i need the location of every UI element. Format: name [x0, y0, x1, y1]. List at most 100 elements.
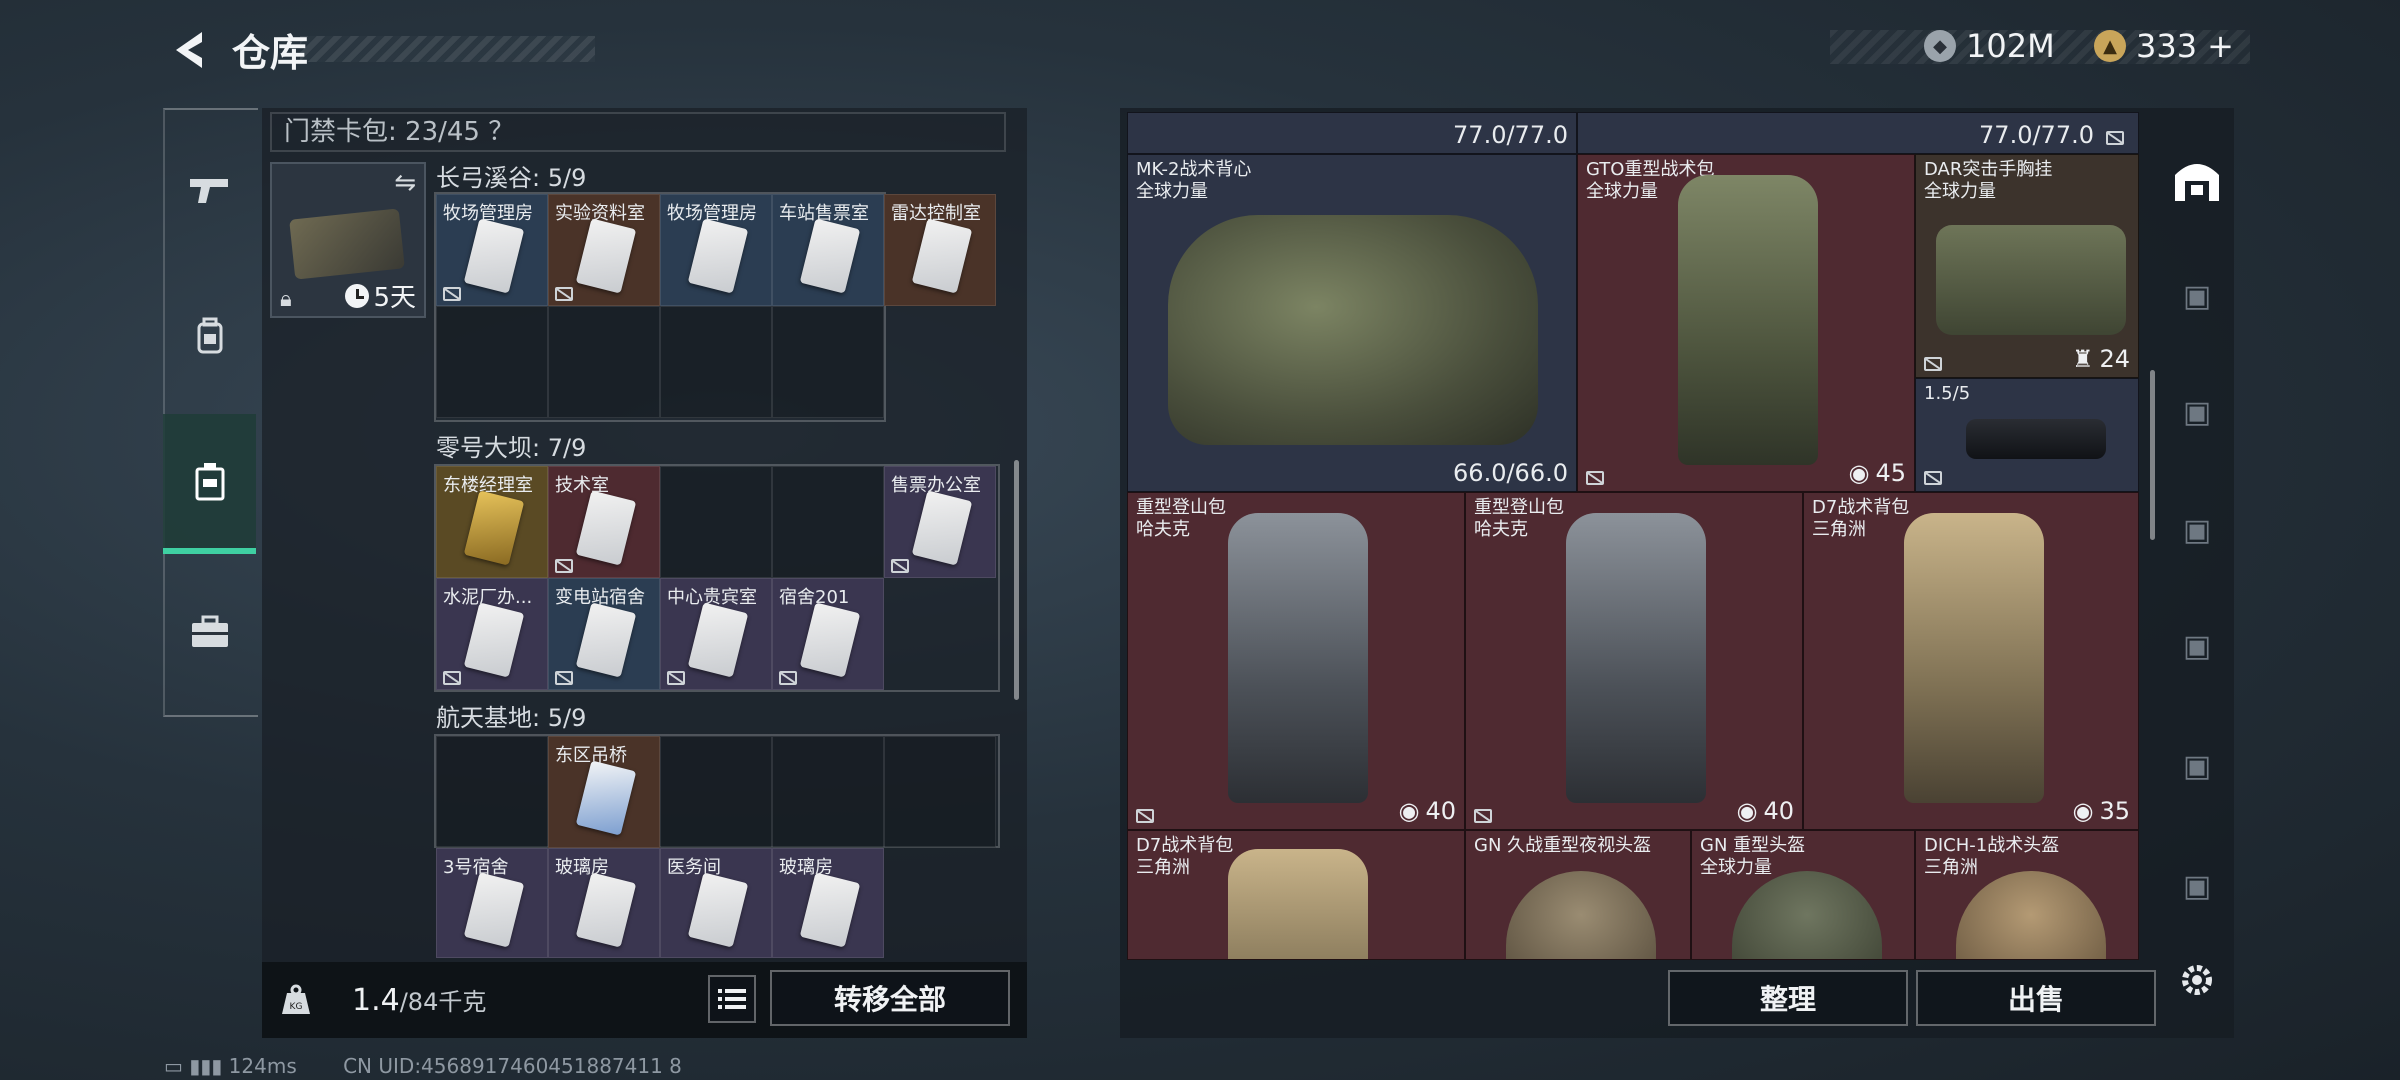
keycard-slot[interactable]: 车站售票室 — [772, 194, 884, 306]
swap-icon[interactable]: ⇋ — [394, 168, 416, 198]
gold-coin-icon: ▲ — [2094, 30, 2126, 62]
stash-item-helmet[interactable]: GN 重型头盔 全球力量 — [1691, 830, 1915, 960]
keycard-slot[interactable]: 东区吊桥 — [548, 736, 660, 848]
no-sell-icon — [1924, 357, 1942, 371]
nav-keys[interactable] — [163, 414, 256, 554]
no-sell-icon — [555, 287, 573, 301]
capacity-icon: ◉ — [2072, 797, 2094, 825]
empty-slot[interactable] — [436, 306, 548, 418]
nav-equipment[interactable] — [163, 286, 256, 386]
keycard-slot[interactable]: 实验资料室 — [548, 194, 660, 306]
vest-image — [1168, 215, 1538, 445]
no-sell-icon — [667, 671, 685, 685]
keycard-slot[interactable]: 雷达控制室 — [884, 194, 996, 306]
keycard-slot[interactable]: 水泥厂办... — [436, 578, 548, 690]
chest-rig-image — [1936, 225, 2126, 335]
left-scrollbar[interactable] — [1014, 460, 1019, 700]
stash-item-helmet[interactable]: GN 久战重型夜视头盔 — [1465, 830, 1691, 960]
currency-silver: ◆ 102M — [1924, 26, 2055, 66]
currency-gold[interactable]: ▲ 333 + — [2094, 26, 2234, 66]
gate-pack-bar[interactable]: 门禁卡包: 23/45 ？ — [270, 112, 1006, 152]
backpack-icon — [197, 317, 222, 354]
nav-toolbox[interactable] — [163, 582, 256, 682]
rnav-container-4[interactable]: ▣ — [2160, 606, 2234, 686]
stash-item-vest[interactable]: MK-2战术背心 全球力量 66.0/66.0 — [1127, 154, 1577, 492]
add-currency-button[interactable]: + — [2207, 27, 2234, 65]
empty-slot[interactable] — [772, 306, 884, 418]
keycard-slot[interactable]: 玻璃房 — [548, 848, 660, 958]
case-icon: ▣ — [2182, 748, 2212, 784]
keycard-image — [575, 490, 637, 566]
stash-item-scope[interactable]: 1.5/5 — [1915, 378, 2139, 492]
case-icon: ▣ — [2182, 278, 2212, 314]
keycard-image — [799, 218, 861, 294]
list-icon — [718, 989, 746, 1009]
keycard-image — [575, 872, 637, 948]
keycard-slot[interactable]: 牧场管理房 — [436, 194, 548, 306]
keycard-image — [687, 218, 749, 294]
backpack-image — [1228, 513, 1368, 803]
keycard-slot[interactable]: 牧场管理房 — [660, 194, 772, 306]
stash-item-backpack[interactable]: D7战术背包 三角洲 ◉ 35 — [1803, 492, 2139, 830]
keycard-slot[interactable]: 医务间 — [660, 848, 772, 958]
stash-item-partial[interactable]: 77.0/77.0 — [1127, 112, 1577, 154]
empty-slot[interactable] — [884, 736, 996, 848]
sell-button[interactable]: 出售 — [1916, 970, 2156, 1026]
stash-item-backpack[interactable]: 重型登山包 哈夫克 ◉ 40 — [1127, 492, 1465, 830]
rnav-container-1[interactable]: ▣ — [2160, 256, 2234, 336]
warehouse-icon — [2175, 164, 2219, 201]
empty-slot[interactable] — [772, 466, 884, 578]
rnav-stash[interactable] — [2160, 140, 2234, 220]
rnav-container-6[interactable]: ▣ — [2160, 846, 2234, 926]
keycard-image — [687, 602, 749, 678]
keycard-icon — [195, 463, 224, 501]
keycard-slot[interactable]: 宿舍201 — [772, 578, 884, 690]
sort-button[interactable]: 整理 — [1668, 970, 1908, 1026]
keycard-image — [463, 602, 525, 678]
rnav-container-2[interactable]: ▣ — [2160, 372, 2234, 452]
no-sell-icon — [555, 559, 573, 573]
keycard-slot[interactable]: 3号宿舍 — [436, 848, 548, 958]
case-icon: ▣ — [2182, 628, 2212, 664]
keycard-slot[interactable]: 技术室 — [548, 466, 660, 578]
empty-slot[interactable] — [660, 466, 772, 578]
rnav-container-5[interactable]: ▣ — [2160, 726, 2234, 806]
empty-slot[interactable] — [660, 736, 772, 848]
list-view-button[interactable] — [708, 975, 756, 1023]
case-icon: ▣ — [2182, 868, 2212, 904]
empty-slot[interactable] — [436, 736, 548, 848]
settings-button[interactable] — [2160, 940, 2234, 1020]
keycard-slot[interactable]: 东楼经理室 — [436, 466, 548, 578]
no-sell-icon — [891, 559, 909, 573]
keycard-slot[interactable]: 中心贵宾室 — [660, 578, 772, 690]
back-button[interactable] — [160, 22, 216, 78]
keycard-slot[interactable]: 玻璃房 — [772, 848, 884, 958]
gear-icon — [2182, 965, 2212, 995]
stash-item-chest-rig[interactable]: DAR突击手胸挂 全球力量 ♜ 24 — [1915, 154, 2139, 378]
keycard-slot[interactable]: 变电站宿舍 — [548, 578, 660, 690]
empty-slot[interactable] — [660, 306, 772, 418]
keycard-slot[interactable]: 售票办公室 — [884, 466, 996, 578]
keycard-bag[interactable]: ⇋ 🔒︎ 5天 — [270, 162, 426, 318]
nav-weapons[interactable] — [163, 140, 256, 240]
stash-item-backpack[interactable]: D7战术背包 三角洲 — [1127, 830, 1465, 960]
stash-item-backpack[interactable]: 重型登山包 哈夫克 ◉ 40 — [1465, 492, 1803, 830]
stash-item-partial[interactable]: 77.0/77.0 — [1577, 112, 2139, 154]
stash-item-backpack[interactable]: GTO重型战术包 全球力量 ◉ 45 — [1577, 154, 1915, 492]
empty-slot[interactable] — [548, 306, 660, 418]
keycard-image — [575, 760, 637, 836]
backpack-image — [1228, 849, 1368, 959]
keycard-image — [911, 218, 973, 294]
no-sell-icon — [555, 671, 573, 685]
empty-slot[interactable] — [772, 736, 884, 848]
capacity-icon: ◉ — [1848, 459, 1870, 487]
no-sell-icon — [1924, 471, 1942, 485]
weight-readout: 1.4/84千克 — [352, 983, 487, 1018]
transfer-all-button[interactable]: 转移全部 — [770, 970, 1010, 1026]
status-bar: ▭ ▮▮▮ 124ms CN UID:4568917460451887411 8 — [164, 1054, 682, 1078]
stash-item-helmet[interactable]: DICH-1战术头盔 三角洲 — [1915, 830, 2139, 960]
right-scrollbar[interactable] — [2150, 370, 2155, 540]
keycard-image — [575, 218, 637, 294]
rnav-container-3[interactable]: ▣ — [2160, 490, 2234, 570]
helmet-image — [1732, 871, 1882, 959]
